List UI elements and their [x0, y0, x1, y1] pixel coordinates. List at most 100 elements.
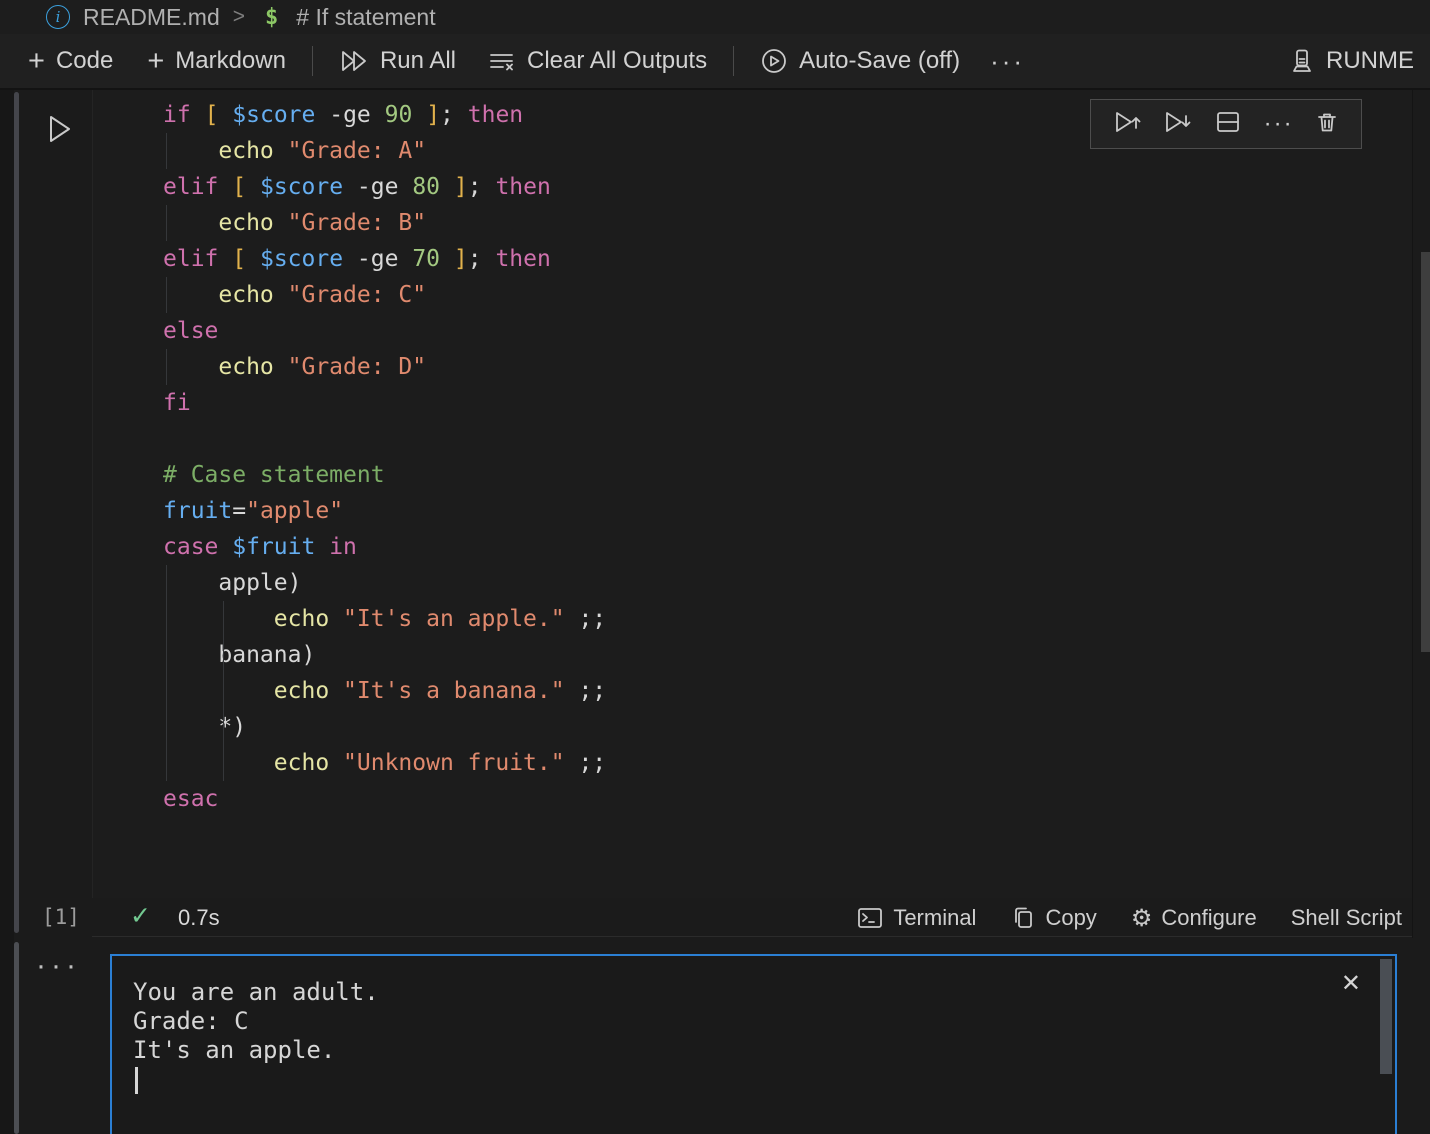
code-line[interactable]: esac	[163, 781, 1413, 817]
code-line[interactable]: case $fruit in	[163, 529, 1413, 565]
clear-all-outputs-button[interactable]: Clear All Outputs	[488, 47, 707, 75]
execution-duration: 0.7s	[178, 905, 220, 931]
notebook-window: i README.md > $ # If statement + Code + …	[0, 0, 1430, 1134]
indent-guide	[166, 349, 167, 385]
output-focus-bar	[14, 942, 19, 1134]
cell-status-bar: [1] ✓ 0.7s Terminal Copy ⚙ Configure She…	[14, 898, 1412, 938]
split-cell-button[interactable]	[1213, 109, 1243, 140]
code-line[interactable]: fruit="apple"	[163, 493, 1413, 529]
output-scrollbar[interactable]	[1380, 959, 1392, 1074]
toolbar-more-button[interactable]: ···	[990, 46, 1025, 77]
output-more-button[interactable]: ···	[36, 951, 81, 981]
plus-icon: +	[28, 47, 45, 76]
editor-right-divider	[1412, 90, 1413, 938]
cell-focus-bar	[14, 92, 19, 933]
configure-label: Configure	[1161, 905, 1256, 931]
toolbar-divider	[733, 46, 734, 76]
run-all-icon	[339, 48, 369, 74]
run-all-label: Run All	[380, 47, 456, 75]
copy-label: Copy	[1045, 905, 1096, 931]
add-code-label: Code	[56, 47, 113, 75]
runme-badge[interactable]: RUNME	[1287, 47, 1414, 75]
auto-save-button[interactable]: Auto-Save (off)	[760, 47, 960, 75]
execute-below-button[interactable]	[1162, 109, 1192, 140]
play-icon	[44, 112, 74, 146]
close-output-button[interactable]: ✕	[1341, 972, 1361, 996]
clear-all-outputs-label: Clear All Outputs	[527, 47, 707, 75]
code-line[interactable]: *)	[163, 709, 1413, 745]
notebook-left-gutter	[0, 90, 14, 1134]
configure-button[interactable]: ⚙ Configure	[1131, 905, 1257, 931]
terminal-output-lines: You are an adult.Grade: CIt's an apple.	[112, 956, 1395, 1065]
code-line[interactable]: else	[163, 313, 1413, 349]
breadcrumb-file[interactable]: README.md	[83, 4, 220, 31]
auto-save-icon	[760, 47, 788, 75]
terminal-button[interactable]: Terminal	[856, 905, 976, 931]
plus-icon: +	[147, 47, 164, 76]
info-icon[interactable]: i	[46, 5, 70, 29]
add-code-button[interactable]: + Code	[28, 47, 113, 76]
notebook-scrollbar[interactable]	[1421, 252, 1430, 652]
code-line[interactable]: fi	[163, 385, 1413, 421]
code-editor[interactable]: if [ $score -ge 90 ]; then echo "Grade: …	[92, 90, 1413, 898]
code-line[interactable]: apple)	[163, 565, 1413, 601]
code-line[interactable]: banana)	[163, 637, 1413, 673]
add-markdown-label: Markdown	[175, 47, 286, 75]
execution-count: [1]	[42, 905, 80, 929]
execute-below-icon	[1162, 109, 1192, 135]
code-line[interactable]: elif [ $score -ge 70 ]; then	[163, 241, 1413, 277]
indent-guide	[166, 277, 167, 313]
terminal-label: Terminal	[893, 905, 976, 931]
output-line: It's an apple.	[133, 1036, 1375, 1065]
code-line[interactable]: echo "Grade: B"	[163, 205, 1413, 241]
cell-more-button[interactable]: ···	[1264, 110, 1294, 138]
execute-above-button[interactable]	[1112, 109, 1142, 140]
clear-all-outputs-icon	[488, 48, 516, 74]
code-line[interactable]: echo "Unknown fruit." ;;	[163, 745, 1413, 781]
code-line[interactable]	[163, 817, 1413, 853]
code-lines: if [ $score -ge 90 ]; then echo "Grade: …	[93, 90, 1413, 889]
split-cell-icon	[1213, 109, 1243, 135]
code-line[interactable]: elif [ $score -ge 80 ]; then	[163, 169, 1413, 205]
terminal-cursor	[135, 1067, 138, 1094]
breadcrumb: i README.md > $ # If statement	[0, 0, 1430, 34]
breadcrumb-cell-title[interactable]: # If statement	[296, 4, 435, 31]
gear-icon: ⚙	[1131, 906, 1153, 930]
code-line[interactable]: echo "Grade: C"	[163, 277, 1413, 313]
cell-status-actions: Terminal Copy ⚙ Configure Shell Script	[856, 898, 1402, 938]
code-line[interactable]	[163, 853, 1413, 889]
output-line: You are an adult.	[133, 978, 1375, 1007]
runme-label: RUNME	[1326, 47, 1414, 75]
code-line[interactable]: # Case statement	[163, 457, 1413, 493]
notebook-toolbar: + Code + Markdown Run All Clear All Outp…	[0, 34, 1430, 90]
code-line[interactable]: echo "Grade: D"	[163, 349, 1413, 385]
code-line[interactable]: echo "It's an apple." ;;	[163, 601, 1413, 637]
add-markdown-button[interactable]: + Markdown	[147, 47, 286, 76]
code-line[interactable]	[163, 421, 1413, 457]
code-line[interactable]: echo "It's a banana." ;;	[163, 673, 1413, 709]
indent-guide	[166, 565, 167, 781]
language-picker[interactable]: Shell Script	[1291, 905, 1402, 931]
trash-icon	[1314, 109, 1340, 135]
language-label: Shell Script	[1291, 905, 1402, 931]
success-check-icon: ✓	[130, 901, 151, 931]
cell-toolbar: ···	[1090, 99, 1362, 149]
terminal-output[interactable]: You are an adult.Grade: CIt's an apple. …	[110, 954, 1397, 1134]
auto-save-label: Auto-Save (off)	[799, 47, 960, 75]
cell-divider	[92, 936, 1412, 937]
delete-cell-button[interactable]	[1314, 109, 1340, 140]
chevron-right-icon: >	[233, 5, 245, 29]
indent-guide	[166, 205, 167, 241]
output-line: Grade: C	[133, 1007, 1375, 1036]
copy-button[interactable]: Copy	[1010, 905, 1096, 931]
indent-guide	[223, 601, 224, 781]
run-cell-button[interactable]	[42, 110, 76, 148]
indent-guide	[166, 133, 167, 169]
terminal-icon	[856, 905, 884, 931]
toolbar-divider	[312, 46, 313, 76]
run-all-button[interactable]: Run All	[339, 47, 456, 75]
shell-symbol-icon: $	[265, 5, 278, 30]
execute-above-icon	[1112, 109, 1142, 135]
copy-icon	[1010, 905, 1036, 931]
runme-icon	[1287, 48, 1315, 74]
